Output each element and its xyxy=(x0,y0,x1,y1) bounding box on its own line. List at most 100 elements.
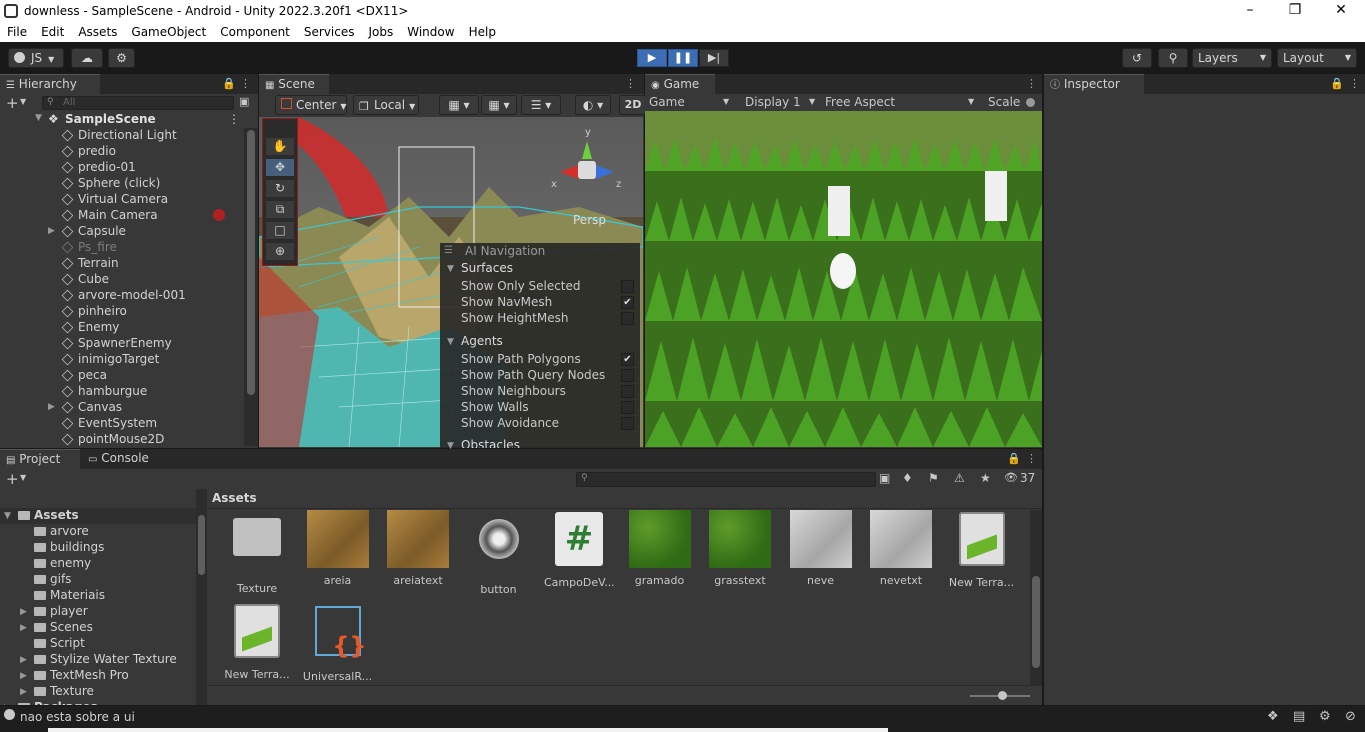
status-message[interactable]: nao esta sobre a ui xyxy=(20,710,135,724)
hierarchy-item[interactable]: hamburgue xyxy=(0,384,248,400)
scale-tool[interactable]: ⧉ xyxy=(265,200,295,219)
close-icon[interactable]: ✕ xyxy=(1331,2,1351,18)
bug-icon[interactable]: ❖ xyxy=(1267,709,1279,724)
ai-nav-checkbox[interactable] xyxy=(621,417,634,430)
asset-grid-scrollbar[interactable] xyxy=(1030,510,1042,685)
grid-visibility-button[interactable]: ☰ ▾ xyxy=(521,95,561,115)
filter-type-icon[interactable]: ♦ xyxy=(902,471,913,485)
scene-root-row[interactable]: ▼ ❖ SampleScene ⋮ xyxy=(0,112,244,128)
hidden-packages-icon[interactable]: 👁 xyxy=(1004,471,1018,484)
chevron-down-icon[interactable]: ▼ xyxy=(35,113,42,123)
increment-snap-button[interactable]: ▦ ▾ xyxy=(481,95,517,115)
project-folder-item[interactable]: ▶ Scenes xyxy=(0,620,196,636)
asset-item[interactable]: New Terra... xyxy=(947,510,1017,589)
project-folder-item[interactable]: ▶ TextMesh Pro xyxy=(0,668,196,684)
asset-item[interactable]: grasstext xyxy=(705,510,775,587)
breadcrumb-assets[interactable]: Assets xyxy=(212,491,257,505)
chevron-down-icon[interactable]: ▼ xyxy=(447,264,454,274)
drag-handle-icon[interactable]: ☰ xyxy=(444,245,453,256)
add-icon[interactable]: + xyxy=(6,94,19,112)
step-button[interactable]: ▶| xyxy=(699,49,729,67)
asset-item[interactable]: Texture xyxy=(222,510,292,595)
hierarchy-item[interactable]: Ps_fire xyxy=(0,240,248,256)
hierarchy-item[interactable]: Sphere (click) xyxy=(0,176,248,192)
pause-button[interactable]: ❚❚ xyxy=(668,49,698,67)
hierarchy-item[interactable]: predio-01 xyxy=(0,160,248,176)
project-folder-item[interactable]: Script xyxy=(0,636,196,652)
rotate-tool[interactable]: ↻ xyxy=(265,179,295,198)
layout-dropdown[interactable]: Layout ▼ xyxy=(1277,48,1357,68)
ai-nav-checkbox[interactable] xyxy=(621,280,634,293)
2d-toggle[interactable]: 2D xyxy=(619,95,647,115)
tab-inspector[interactable]: ⓘ Inspector xyxy=(1044,74,1144,94)
hierarchy-item[interactable]: Virtual Camera xyxy=(0,192,248,208)
history-button[interactable]: ↺ xyxy=(1122,48,1152,68)
menu-assets[interactable]: Assets xyxy=(71,23,124,39)
lock-icon[interactable]: 🔒 xyxy=(222,77,236,90)
rect-tool[interactable]: □ xyxy=(265,221,295,240)
chevron-down-icon[interactable]: ▼ xyxy=(723,97,729,106)
obstacles-header[interactable]: Obstacles xyxy=(461,438,520,448)
hand-tool[interactable]: ✋ xyxy=(265,137,295,156)
tab-console[interactable]: ▭ Console xyxy=(82,449,162,469)
chevron-down-icon[interactable]: ▼ xyxy=(20,473,26,482)
cache-icon[interactable]: ⊘ xyxy=(1345,709,1356,724)
chevron-right-icon[interactable]: ▶ xyxy=(48,400,55,415)
lock-icon[interactable]: 🔒 xyxy=(1007,452,1021,465)
hierarchy-item[interactable]: Enemy xyxy=(0,320,248,336)
menu-gameobject[interactable]: GameObject xyxy=(124,23,213,39)
game-viewport[interactable] xyxy=(645,111,1042,447)
asset-item[interactable]: neve xyxy=(786,510,856,587)
ai-nav-checkbox[interactable]: ✔ xyxy=(621,353,634,366)
project-folder-item[interactable]: ▼ Assets xyxy=(0,508,196,524)
grid-snap-button[interactable]: ▦ ▾ xyxy=(439,95,479,115)
hierarchy-item[interactable]: Cube xyxy=(0,272,248,288)
hierarchy-item[interactable]: ▶ Canvas xyxy=(0,400,248,416)
maximize-icon[interactable]: ❐ xyxy=(1285,2,1305,18)
scale-slider-handle[interactable] xyxy=(1026,98,1035,107)
project-folder-item[interactable]: gifs xyxy=(0,572,196,588)
label-icon[interactable]: ⚑ xyxy=(928,471,939,485)
project-tree-scrollbar[interactable] xyxy=(196,489,207,705)
move-tool[interactable]: ✥ xyxy=(265,158,295,177)
minimize-icon[interactable]: – xyxy=(1240,2,1260,18)
asset-item[interactable]: button xyxy=(464,510,534,596)
display-dropdown[interactable]: Display 1 xyxy=(745,95,801,109)
more-icon[interactable]: ⋮ xyxy=(240,77,251,90)
more-icon[interactable]: ⋮ xyxy=(1026,452,1037,465)
cloud-button[interactable]: ☁ xyxy=(71,48,103,68)
warning-icon[interactable]: ⚠ xyxy=(954,471,965,485)
tab-game[interactable]: ◉ Game xyxy=(645,74,715,94)
agents-header[interactable]: Agents xyxy=(461,334,503,350)
project-folder-item[interactable]: Materiais xyxy=(0,588,196,604)
menu-services[interactable]: Services xyxy=(297,23,362,39)
chevron-right-icon[interactable]: ▶ xyxy=(20,669,27,684)
hierarchy-item[interactable]: EventSystem xyxy=(0,416,248,432)
surfaces-header[interactable]: Surfaces xyxy=(461,261,513,277)
chevron-right-icon[interactable]: ▶ xyxy=(20,653,27,668)
menu-component[interactable]: Component xyxy=(213,23,297,39)
hierarchy-item[interactable]: inimigoTarget xyxy=(0,352,248,368)
hierarchy-item[interactable]: peca xyxy=(0,368,248,384)
chevron-down-icon[interactable]: ▼ xyxy=(809,97,815,106)
hierarchy-item[interactable]: pinheiro xyxy=(0,304,248,320)
hierarchy-item[interactable]: Terrain xyxy=(0,256,248,272)
menu-help[interactable]: Help xyxy=(462,23,503,39)
pivot-dropdown[interactable]: Center ▼ xyxy=(275,95,347,115)
tab-hierarchy[interactable]: ☰ Hierarchy xyxy=(0,74,100,94)
project-folder-item[interactable]: arvore xyxy=(0,524,196,540)
game-mode-dropdown[interactable]: Game xyxy=(649,95,685,109)
project-folder-item[interactable]: buildings xyxy=(0,540,196,556)
asset-item[interactable]: # CampoDeV... xyxy=(544,510,614,589)
chevron-down-icon[interactable]: ▼ xyxy=(20,97,26,106)
ai-nav-checkbox[interactable] xyxy=(621,385,634,398)
account-dropdown[interactable]: JS ▼ xyxy=(8,48,64,68)
project-folder-item[interactable]: ▶ Packages xyxy=(0,700,196,705)
project-folder-item[interactable]: ▶ Stylize Water Texture xyxy=(0,652,196,668)
asset-item[interactable]: areiatext xyxy=(383,510,453,587)
play-button[interactable]: ▶ xyxy=(637,49,667,67)
hierarchy-search-input[interactable]: ⚲ All xyxy=(42,96,234,110)
project-folder-item[interactable]: enemy xyxy=(0,556,196,572)
progress-icon[interactable]: ▤ xyxy=(1293,709,1305,724)
aspect-dropdown[interactable]: Free Aspect xyxy=(825,95,895,109)
